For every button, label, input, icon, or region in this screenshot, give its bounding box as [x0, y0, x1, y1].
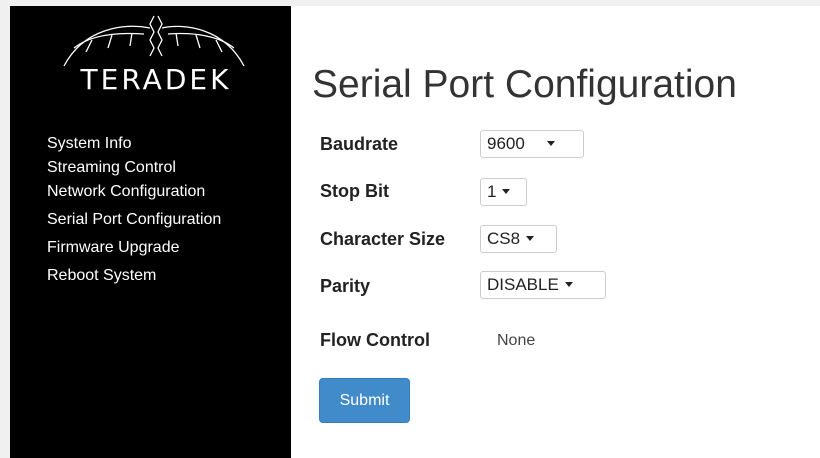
- brand-logo: TERADEK: [54, 8, 254, 104]
- baudrate-label: Baudrate: [320, 134, 399, 154]
- flow-control-value: None: [497, 332, 536, 349]
- sidebar-item-system-info[interactable]: System Info: [47, 135, 221, 153]
- chevron-down-icon: [546, 141, 555, 147]
- chevron-down-icon: [564, 282, 573, 288]
- sidebar-item-streaming-control[interactable]: Streaming Control: [47, 159, 221, 177]
- teradek-antenna-logo-icon: [63, 15, 245, 67]
- stop-bit-label: Stop Bit: [320, 181, 389, 201]
- sidebar: TERADEK System Info Streaming Control Ne…: [10, 6, 291, 458]
- character-size-value: CS8: [487, 229, 521, 248]
- stop-bit-select[interactable]: 1: [480, 178, 527, 206]
- parity-label: Parity: [320, 276, 371, 296]
- sidebar-item-serial-port-configuration[interactable]: Serial Port Configuration: [47, 211, 221, 229]
- character-size-select[interactable]: CS8: [480, 225, 557, 253]
- chevron-down-icon: [502, 189, 511, 195]
- baudrate-select[interactable]: 9600: [480, 130, 584, 158]
- parity-value: DISABLE: [487, 275, 559, 294]
- sidebar-nav: System Info Streaming Control Network Co…: [47, 135, 221, 296]
- chevron-down-icon: [526, 236, 535, 242]
- page-title: Serial Port Configuration: [312, 63, 737, 106]
- sidebar-item-network-configuration[interactable]: Network Configuration: [47, 183, 221, 201]
- character-size-label: Character Size: [320, 229, 446, 249]
- stop-bit-value: 1: [487, 182, 497, 201]
- baudrate-value: 9600: [487, 134, 525, 153]
- sidebar-item-firmware-upgrade[interactable]: Firmware Upgrade: [47, 239, 221, 257]
- submit-button[interactable]: Submit: [319, 378, 410, 423]
- flow-control-label: Flow Control: [320, 330, 430, 350]
- brand-name: TERADEK: [80, 63, 232, 96]
- parity-select[interactable]: DISABLE: [480, 271, 606, 299]
- sidebar-item-reboot-system[interactable]: Reboot System: [47, 267, 221, 285]
